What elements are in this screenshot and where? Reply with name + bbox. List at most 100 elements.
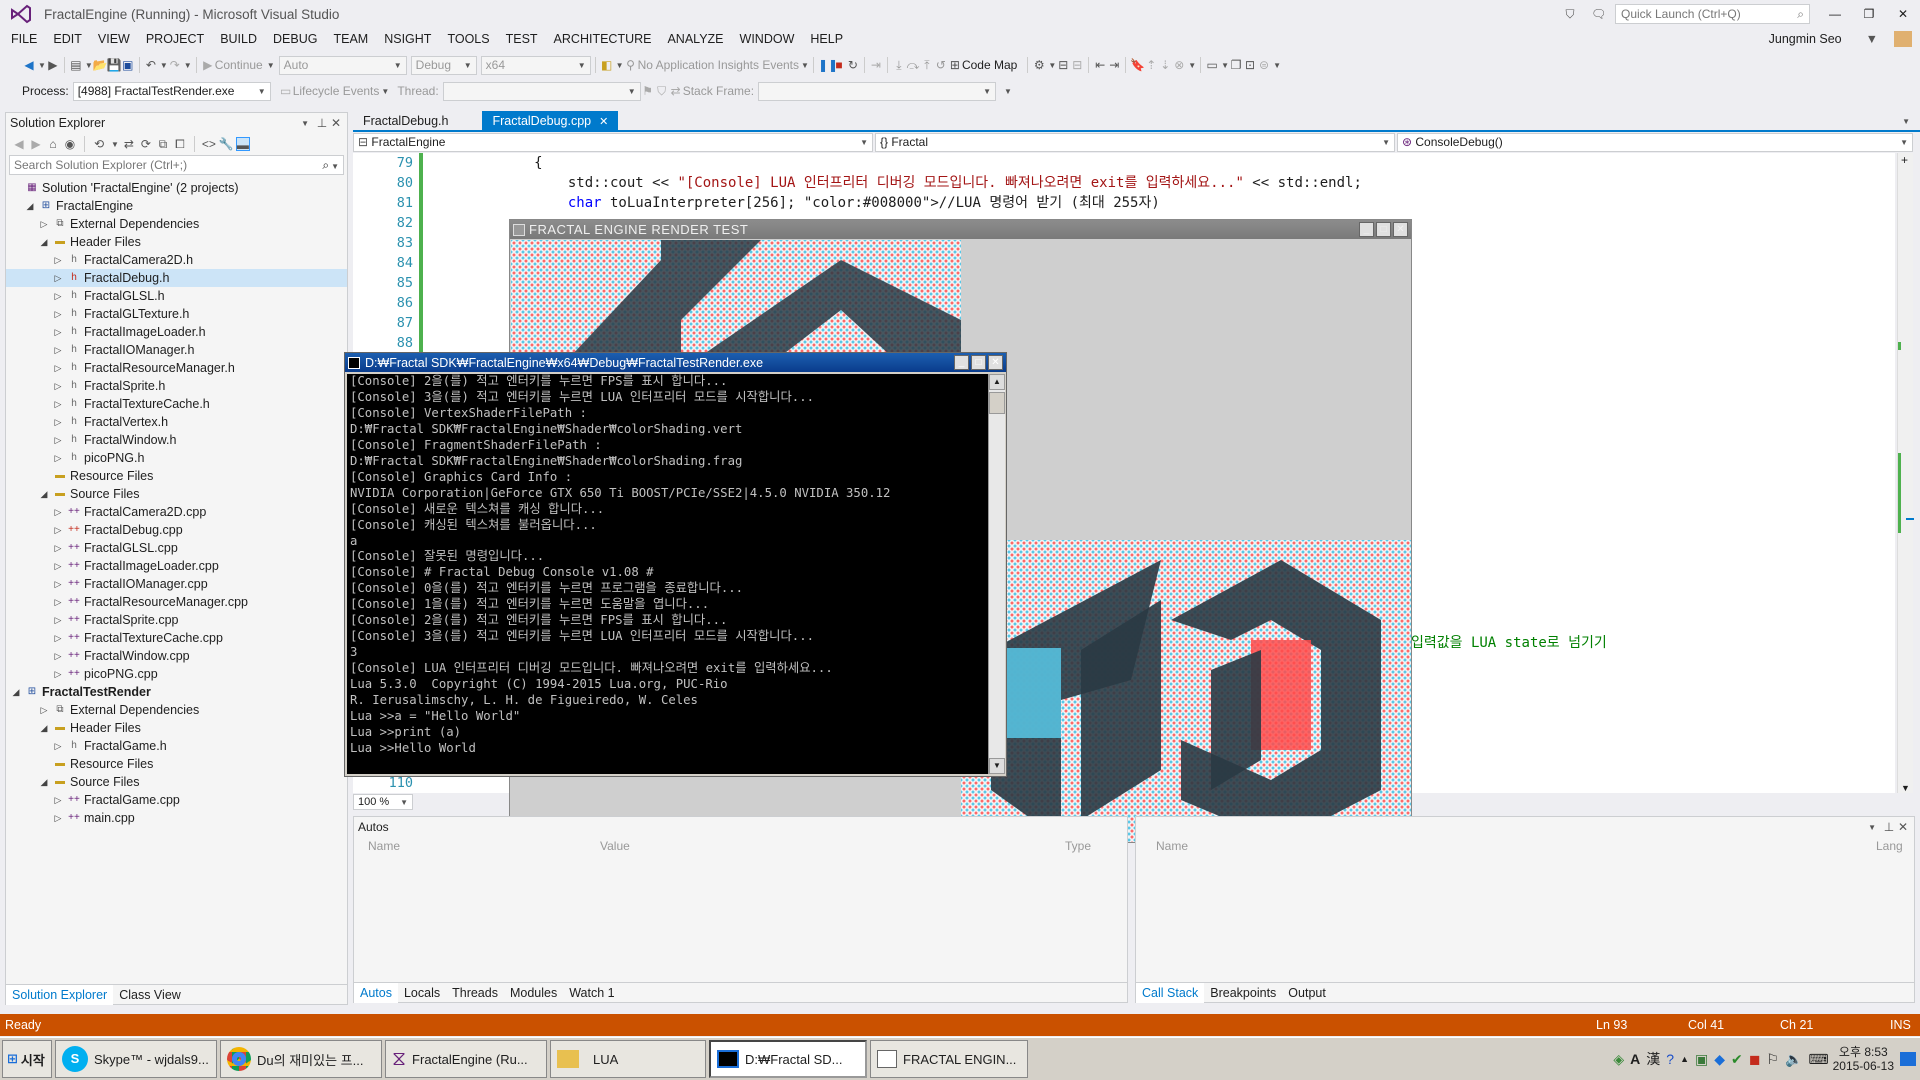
tree-item[interactable]: ▷ ++ FractalSprite.cpp <box>6 611 347 629</box>
insights-dropdown[interactable]: No Application Insights Events <box>638 58 799 72</box>
network-icon[interactable]: ▣ <box>1695 1051 1708 1068</box>
config-combo[interactable]: Debug ▼ <box>410 55 477 75</box>
toggle-icon[interactable]: ⇄ <box>669 84 683 98</box>
ime-mode[interactable]: A <box>1630 1051 1640 1067</box>
attach-icon[interactable]: ◧ <box>600 58 614 72</box>
more-icon[interactable]: ⊜ <box>1257 58 1271 72</box>
pin-icon[interactable]: ⊥ <box>1882 820 1896 834</box>
collapsed-icon[interactable]: ▷ <box>52 381 64 392</box>
maximize-button[interactable]: □ <box>1376 222 1391 237</box>
menu-team[interactable]: TEAM <box>325 32 376 46</box>
volume-icon[interactable]: 🔈 <box>1785 1051 1802 1068</box>
tree-item[interactable]: ▷ ++ FractalCamera2D.cpp <box>6 503 347 521</box>
editor-scrollbar[interactable]: + ▼ <box>1897 153 1914 793</box>
maximize-button[interactable]: □ <box>971 355 986 370</box>
taskbar-console[interactable]: D:₩Fractal SD... <box>709 1040 867 1078</box>
layout-icon[interactable]: ⊡ <box>1243 58 1257 72</box>
menu-tools[interactable]: TOOLS <box>439 32 497 46</box>
restore-button[interactable]: ❐ <box>1852 7 1886 21</box>
tab-class-view[interactable]: Class View <box>113 988 187 1002</box>
tab-output[interactable]: Output <box>1282 986 1332 1000</box>
back-icon[interactable]: ◀ <box>12 137 26 151</box>
tab-locals[interactable]: Locals <box>398 986 446 1000</box>
lifecycle-icon[interactable]: ▭ <box>279 84 293 98</box>
tab-call-stack[interactable]: Call Stack <box>1136 982 1205 1003</box>
code-line[interactable]: char toLuaInterpreter[256]; "color:#0080… <box>433 193 1873 213</box>
tree-item[interactable]: ▷ ⧉ External Dependencies <box>6 701 347 719</box>
tree-item[interactable]: ▷ ++ FractalIOManager.cpp <box>6 575 347 593</box>
hex-icon[interactable]: ⊟ <box>1056 58 1070 72</box>
collapsed-icon[interactable]: ▷ <box>52 363 64 374</box>
expanded-icon[interactable]: ◢ <box>38 777 50 788</box>
expanded-icon[interactable]: ◢ <box>38 489 50 500</box>
expanded-icon[interactable]: ◢ <box>38 723 50 734</box>
clock[interactable]: 오후 8:53 2015-06-13 <box>1833 1045 1894 1073</box>
new-project-icon[interactable]: ▤ <box>69 58 83 72</box>
tab-autos[interactable]: Autos <box>354 982 398 1003</box>
show-all-files-icon[interactable]: ⧠ <box>173 137 187 151</box>
tree-item[interactable]: ▷ ++ FractalDebug.cpp <box>6 521 347 539</box>
taskbar-chrome[interactable]: Du의 재미있는 프... <box>220 1040 382 1078</box>
collapsed-icon[interactable]: ▷ <box>52 795 64 806</box>
close-icon[interactable]: ✕ <box>599 115 608 128</box>
tree-item[interactable]: ▷ h FractalSprite.h <box>6 377 347 395</box>
tab-solution-explorer[interactable]: Solution Explorer <box>6 984 114 1005</box>
tree-item[interactable]: ▬ Resource Files <box>6 755 347 773</box>
taskbar-render-window[interactable]: FRACTAL ENGIN... <box>870 1040 1028 1078</box>
undo-icon[interactable]: ↶ <box>144 58 158 72</box>
menu-nsight[interactable]: NSIGHT <box>376 32 439 46</box>
expanded-icon[interactable]: ◢ <box>10 687 22 698</box>
prev-bookmark-icon[interactable]: ⇡ <box>1144 58 1158 72</box>
toolbar-overflow-icon[interactable]: ▼ <box>1004 87 1012 96</box>
tree-item[interactable]: ▷ h FractalGLTexture.h <box>6 305 347 323</box>
collapsed-icon[interactable]: ▷ <box>52 615 64 626</box>
code-map-button[interactable]: Code Map <box>962 58 1017 72</box>
col-lang[interactable]: Lang <box>1876 839 1903 853</box>
tree-item[interactable]: ◢ ▬ Header Files <box>6 233 347 251</box>
help-icon[interactable]: ? <box>1666 1051 1674 1067</box>
close-button[interactable]: ✕ <box>988 355 1003 370</box>
collapsed-icon[interactable]: ▷ <box>52 579 64 590</box>
collapsed-icon[interactable]: ▷ <box>52 813 64 824</box>
stack-frame-combo[interactable]: ▼ <box>758 81 997 101</box>
collapsed-icon[interactable]: ▷ <box>52 741 64 752</box>
stop-icon[interactable]: ■ <box>832 58 846 72</box>
taskbar-visual-studio[interactable]: ⧖ FractalEngine (Ru... <box>385 1040 547 1078</box>
threads-icon[interactable]: ⚙ <box>1032 58 1046 72</box>
chevron-down-icon[interactable]: ▼ <box>1858 32 1886 46</box>
flag-icon[interactable]: ⚐ <box>1766 1051 1779 1068</box>
keyboard-icon[interactable]: ⌨ <box>1808 1051 1828 1068</box>
avatar[interactable] <box>1894 31 1912 47</box>
tray-red-icon[interactable]: ◼ <box>1749 1051 1761 1068</box>
tray-green-icon[interactable]: ✔ <box>1731 1051 1743 1068</box>
console-window[interactable]: D:₩Fractal SDK₩FractalEngine₩x64₩Debug₩F… <box>344 352 1007 777</box>
view-code-icon[interactable]: <> <box>202 137 216 151</box>
clear-bookmarks-icon[interactable]: ⊗ <box>1172 58 1186 72</box>
filter-threads-icon[interactable]: ⛉ <box>655 84 669 98</box>
language-bar-icon[interactable]: ◈ <box>1613 1051 1624 1068</box>
scope-nav-combo[interactable]: {} Fractal ▼ <box>875 132 1395 152</box>
continue-button[interactable]: Continue <box>215 58 263 72</box>
zoom-control[interactable]: 100 % ▼ <box>353 794 413 810</box>
tree-item[interactable]: ▷ ++ FractalWindow.cpp <box>6 647 347 665</box>
tray-options-icon[interactable]: ▲ <box>1680 1054 1689 1064</box>
feedback-icon[interactable]: 🗨 <box>1591 7 1606 21</box>
code-line[interactable]: std::cout << "[Console] LUA 인터프리터 디버깅 모드… <box>433 173 1873 193</box>
collapsed-icon[interactable]: ▷ <box>38 219 50 230</box>
minimize-button[interactable]: _ <box>954 355 969 370</box>
stack-icon[interactable]: ⊟ <box>1070 58 1084 72</box>
thread-combo[interactable]: ▼ <box>442 81 641 101</box>
collapsed-icon[interactable]: ▷ <box>52 507 64 518</box>
menu-file[interactable]: FILE <box>3 32 45 46</box>
collapsed-icon[interactable]: ▷ <box>52 273 64 284</box>
tree-item[interactable]: ▷ h FractalImageLoader.h <box>6 323 347 341</box>
filter-icon[interactable]: ⛉ <box>1563 7 1577 21</box>
quick-launch-input[interactable]: Quick Launch (Ctrl+Q) ⌕ <box>1615 4 1810 24</box>
tree-item[interactable]: ▦ Solution 'FractalEngine' (2 projects) <box>6 179 347 197</box>
step-over-icon[interactable]: ⤼ <box>906 58 920 72</box>
close-button[interactable]: ✕ <box>1886 7 1920 21</box>
tree-item[interactable]: ◢ ⊞ FractalEngine <box>6 197 347 215</box>
menu-analyze[interactable]: ANALYZE <box>659 32 731 46</box>
insights-icon[interactable]: ⚲ <box>624 58 638 72</box>
tree-item[interactable]: ▷ ++ FractalImageLoader.cpp <box>6 557 347 575</box>
